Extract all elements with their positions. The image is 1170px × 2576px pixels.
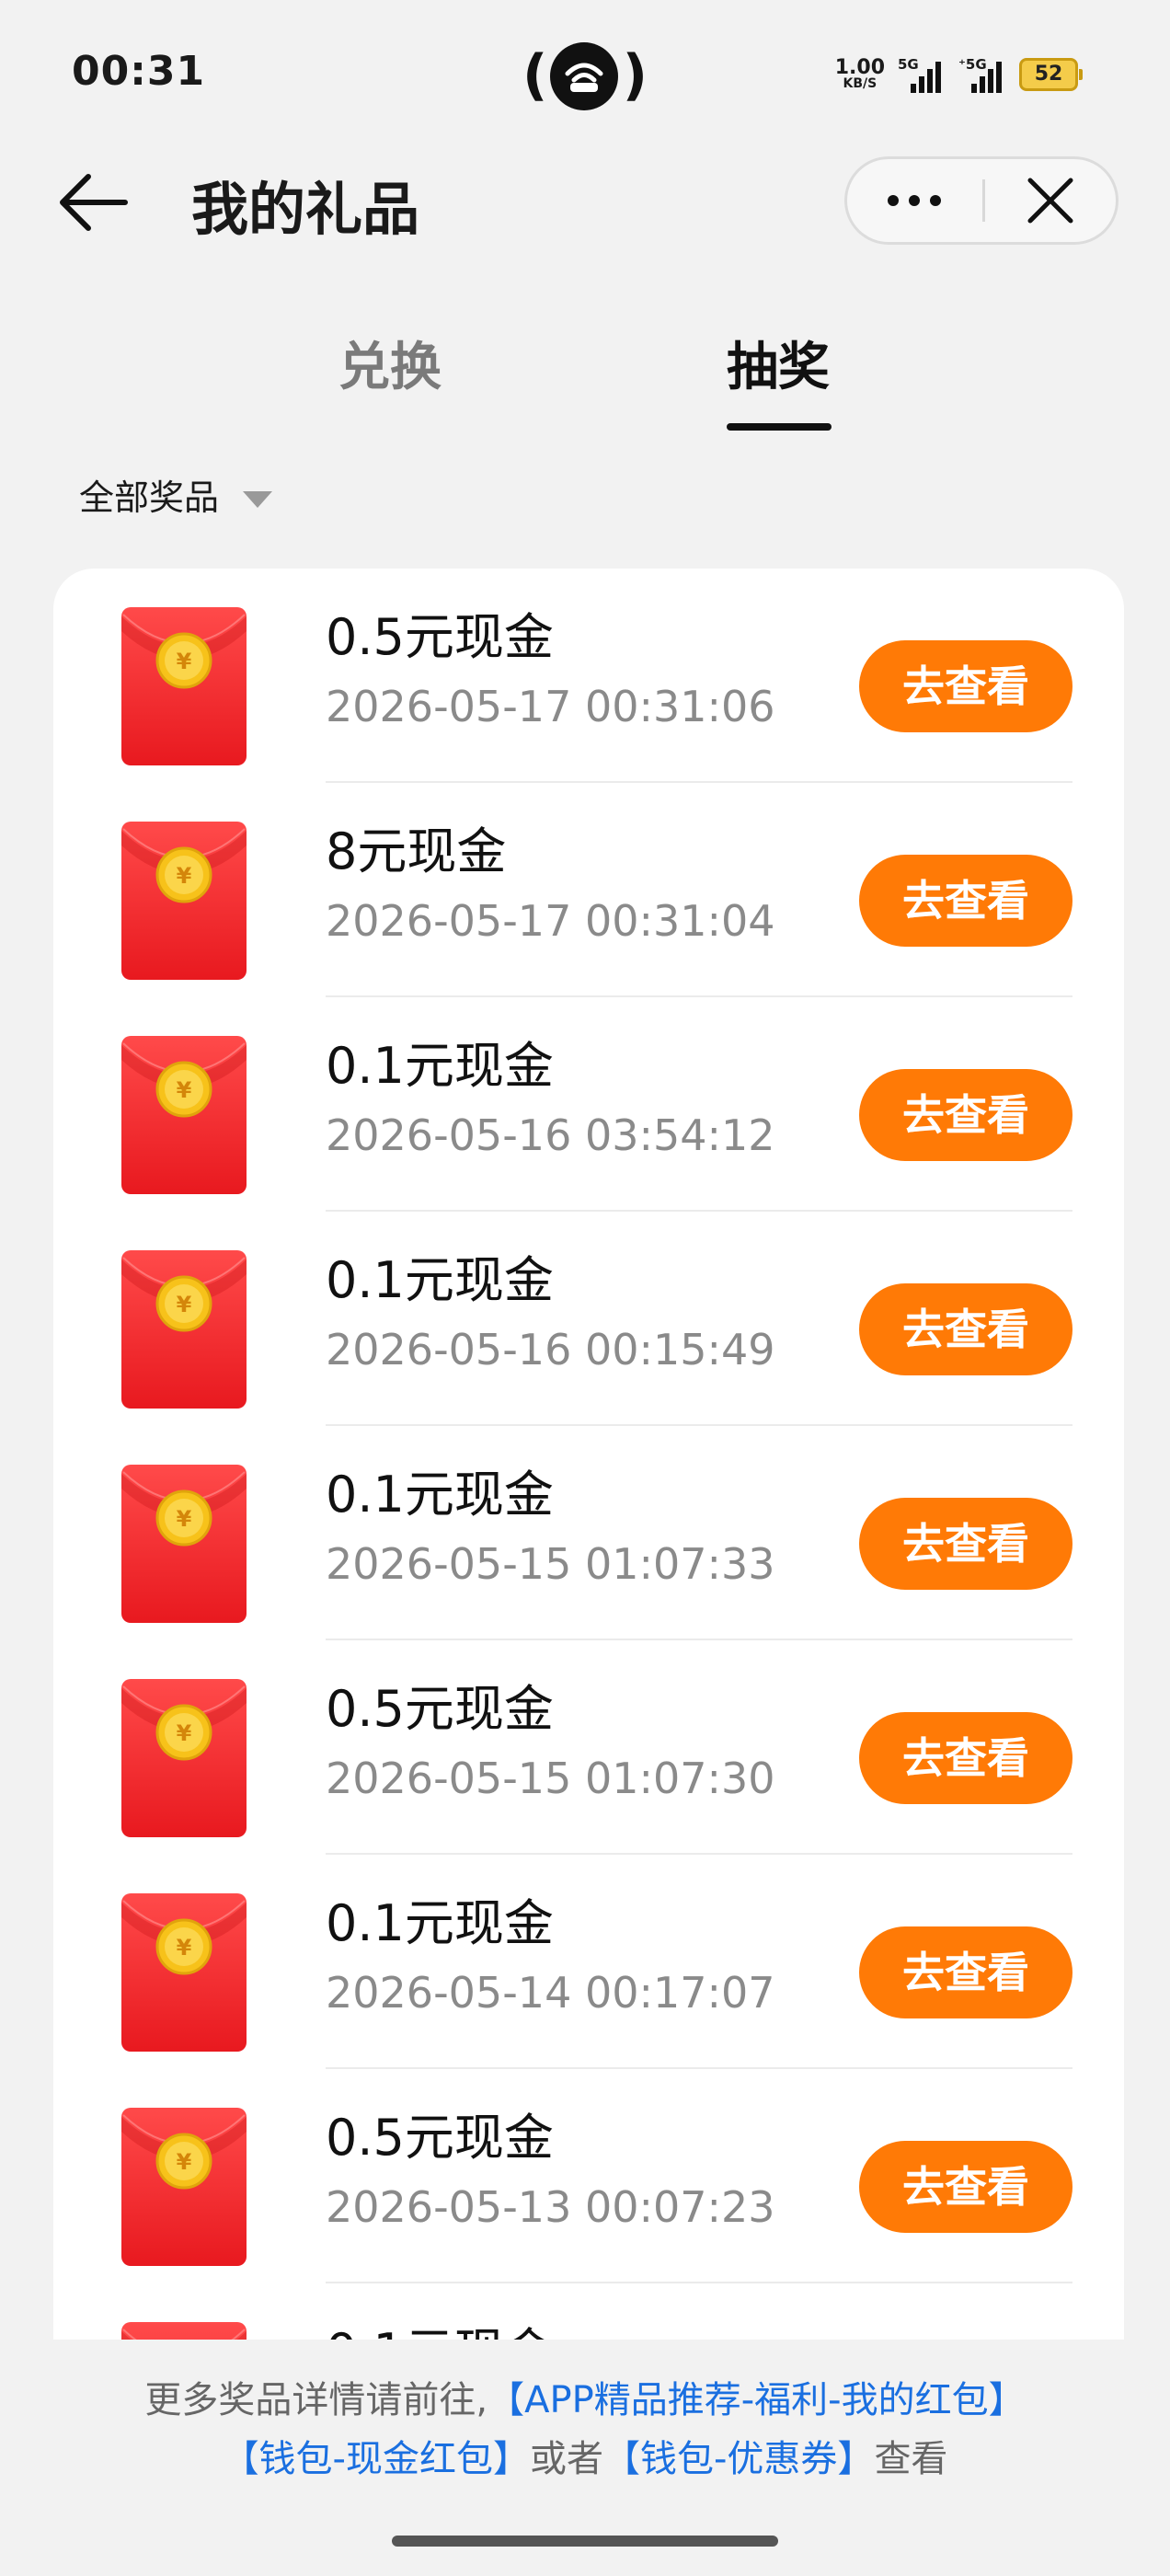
camera-island: ( )	[522, 40, 648, 110]
red-envelope-icon: ¥	[120, 1675, 248, 1841]
more-button[interactable]	[847, 159, 981, 242]
link-app-red-packets[interactable]: 【APP精品推荐-福利-我的红包】	[488, 2379, 1025, 2421]
link-wallet-cash-packets[interactable]: 【钱包-现金红包】	[223, 2438, 530, 2480]
signal-sim2-icon: ⁺5G	[958, 56, 1006, 93]
net-speed: 1.00 KB/S	[835, 58, 885, 91]
prize-name: 0.1元现金	[326, 1894, 554, 1952]
home-indicator[interactable]	[392, 2536, 778, 2547]
prize-name: 0.5元现金	[326, 1680, 554, 1738]
filter-label: 全部奖品	[79, 477, 220, 518]
tab-exchange[interactable]: 兑换	[338, 331, 442, 405]
prize-row: ¥0.1元现金 2026-05-16 00:15:49 去查看	[53, 1212, 1124, 1426]
prize-name: 0.1元现金	[326, 2320, 554, 2340]
svg-text:¥: ¥	[177, 1292, 192, 1317]
prize-filter-dropdown[interactable]: 全部奖品	[79, 473, 273, 523]
red-envelope-icon: ¥	[120, 2104, 248, 2270]
back-arrow-icon	[60, 174, 128, 231]
red-envelope-icon: ¥	[120, 604, 248, 769]
prize-name: 8元现金	[326, 822, 507, 880]
view-prize-button[interactable]: 去查看	[859, 1283, 1072, 1375]
prize-name: 0.5元现金	[326, 608, 554, 666]
view-prize-button[interactable]: 去查看	[859, 640, 1072, 732]
paren-right-glyph: )	[622, 43, 648, 108]
prize-time: 2026-05-16 03:54:12	[326, 1110, 775, 1160]
prize-name: 0.1元现金	[326, 1251, 554, 1309]
prize-time: 2026-05-17 00:31:04	[326, 896, 775, 946]
prize-row: ¥0.5元现金 2026-05-13 00:07:23 去查看	[53, 2069, 1124, 2283]
view-prize-button[interactable]: 去查看	[859, 1926, 1072, 2018]
prize-name: 0.1元现金	[326, 1466, 554, 1524]
mini-program-capsule	[844, 156, 1118, 245]
hotspot-icon	[550, 42, 618, 110]
close-button[interactable]	[985, 159, 1116, 242]
prize-time: 2026-05-15 01:07:33	[326, 1539, 775, 1589]
red-envelope-icon: ¥	[120, 1461, 248, 1627]
sim2-label: ⁺5G	[958, 56, 987, 73]
prize-row: ¥8元现金 2026-05-17 00:31:04 去查看	[53, 783, 1124, 997]
red-envelope-icon: ¥	[120, 818, 248, 983]
red-envelope-icon: ¥	[120, 1890, 248, 2055]
prize-row: ¥0.1元现金	[53, 2283, 1124, 2340]
view-prize-button[interactable]: 去查看	[859, 2141, 1072, 2233]
view-prize-button[interactable]: 去查看	[859, 1069, 1072, 1161]
footer-note: 更多奖品详情请前往,【APP精品推荐-福利-我的红包】 【钱包-现金红包】或者【…	[0, 2340, 1170, 2576]
net-speed-unit: KB/S	[843, 76, 878, 91]
footer-line-2: 【钱包-现金红包】或者【钱包-优惠券】查看	[0, 2432, 1170, 2487]
prize-time: 2026-05-15 01:07:30	[326, 1754, 775, 1803]
prize-time: 2026-05-13 00:07:23	[326, 2182, 775, 2232]
status-bar: 00:31 ( ) 1.00 KB/S 5G ⁺5G 52	[0, 0, 1170, 138]
footer-or: 或者	[530, 2438, 603, 2480]
red-envelope-icon: ¥	[120, 2318, 248, 2340]
svg-text:¥: ¥	[177, 649, 192, 674]
status-indicators: 1.00 KB/S 5G ⁺5G 52	[835, 53, 1083, 96]
link-wallet-coupons[interactable]: 【钱包-优惠券】	[603, 2438, 874, 2480]
more-dots-icon	[888, 195, 941, 206]
svg-text:¥: ¥	[177, 2149, 192, 2175]
battery-icon: 52	[1019, 58, 1083, 91]
prize-row: ¥0.1元现金 2026-05-14 00:17:07 去查看	[53, 1855, 1124, 2069]
paren-left-glyph: (	[522, 43, 548, 108]
close-icon	[1027, 178, 1073, 224]
prize-row: ¥0.1元现金 2026-05-15 01:07:33 去查看	[53, 1426, 1124, 1640]
svg-text:¥: ¥	[177, 863, 192, 889]
tab-lottery[interactable]: 抽奖	[727, 331, 830, 405]
prize-name: 0.5元现金	[326, 2109, 554, 2167]
caret-down-icon	[243, 491, 273, 508]
view-prize-button[interactable]: 去查看	[859, 1498, 1072, 1590]
red-envelope-icon: ¥	[120, 1032, 248, 1198]
red-envelope-icon: ¥	[120, 1247, 248, 1412]
view-prize-button[interactable]: 去查看	[859, 1712, 1072, 1804]
svg-text:¥: ¥	[177, 1077, 192, 1103]
battery-level: 52	[1034, 63, 1063, 86]
active-tab-indicator	[727, 423, 832, 431]
svg-text:¥: ¥	[177, 1720, 192, 1746]
back-button[interactable]	[52, 166, 143, 239]
status-time: 00:31	[72, 48, 206, 95]
prize-time: 2026-05-17 00:31:06	[326, 682, 775, 731]
prize-time: 2026-05-14 00:17:07	[326, 1968, 775, 2018]
prize-row: ¥0.5元现金 2026-05-17 00:31:06 去查看	[53, 569, 1124, 783]
footer-text: 更多奖品详情请前往,	[144, 2379, 488, 2421]
svg-text:¥: ¥	[177, 1506, 192, 1532]
footer-suffix: 查看	[874, 2438, 948, 2480]
page-title: 我的礼品	[191, 176, 420, 243]
prize-row: ¥0.1元现金 2026-05-16 03:54:12 去查看	[53, 997, 1124, 1212]
prize-time: 2026-05-16 00:15:49	[326, 1325, 775, 1374]
prize-name: 0.1元现金	[326, 1037, 554, 1095]
sim1-label: 5G	[898, 56, 919, 73]
prize-list: ¥0.5元现金 2026-05-17 00:31:06 去查看 ¥8元现金 2026-0…	[53, 569, 1124, 2340]
view-prize-button[interactable]: 去查看	[859, 855, 1072, 947]
signal-sim1-icon: 5G	[898, 56, 946, 93]
prize-row: ¥0.5元现金 2026-05-15 01:07:30 去查看	[53, 1640, 1124, 1855]
svg-text:¥: ¥	[177, 1935, 192, 1961]
footer-line-1: 更多奖品详情请前往,【APP精品推荐-福利-我的红包】	[0, 2373, 1170, 2428]
